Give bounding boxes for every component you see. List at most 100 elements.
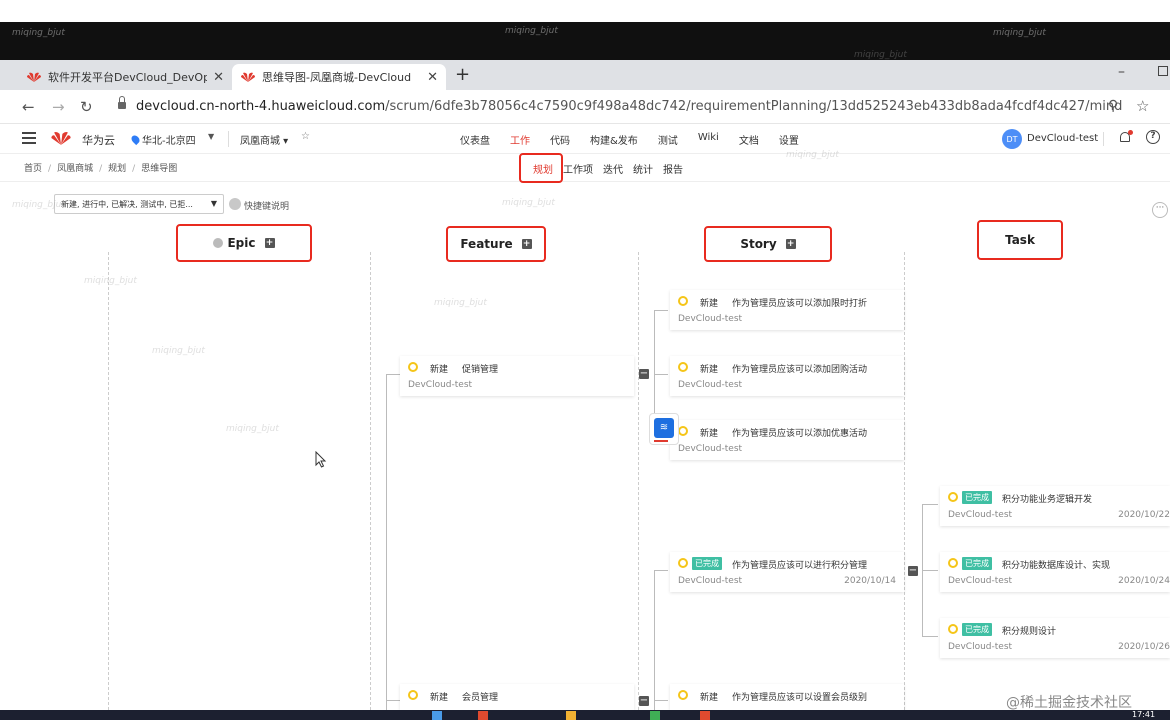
nav-code[interactable]: 代码: [550, 132, 570, 147]
tree-connector: [654, 374, 668, 375]
status-label: 新建: [700, 299, 719, 309]
nav-settings[interactable]: 设置: [779, 132, 799, 147]
card-date: 2020/10/14: [844, 576, 896, 586]
tab-iterations[interactable]: 迭代: [603, 161, 623, 176]
nav-dashboard[interactable]: 仪表盘: [460, 132, 490, 147]
card-title: 作为管理员应该可以添加优惠活动: [732, 429, 868, 439]
avatar[interactable]: DT: [1002, 129, 1022, 149]
story-card[interactable]: 新建 作为管理员应该可以设置会员级别: [670, 684, 904, 710]
lock-icon: [118, 96, 126, 109]
tree-connector: [922, 504, 938, 505]
story-card[interactable]: 已完成 作为管理员应该可以进行积分管理 DevCloud-test 2020/1…: [670, 552, 904, 592]
tree-connector: [922, 570, 938, 571]
card-owner: DevCloud-test: [678, 380, 743, 390]
user-name[interactable]: DevCloud-test: [1027, 133, 1098, 144]
add-icon[interactable]: +: [264, 238, 275, 248]
add-icon[interactable]: +: [521, 239, 532, 249]
shortcut-help-link[interactable]: 快捷键说明: [244, 199, 289, 212]
collapse-icon[interactable]: −: [639, 696, 649, 706]
add-icon[interactable]: +: [785, 239, 796, 249]
huawei-logo-icon[interactable]: [50, 128, 72, 148]
card-date: 2020/10/22: [1118, 510, 1170, 520]
nav-work[interactable]: 工作: [510, 132, 530, 147]
nav-test[interactable]: 测试: [658, 132, 678, 147]
status-badge: 已完成: [962, 557, 992, 570]
story-card[interactable]: 新建 作为管理员应该可以添加团购活动 DevCloud-test: [670, 356, 904, 396]
tab-work-items[interactable]: 工作项: [563, 161, 593, 176]
maximize-icon[interactable]: [1158, 66, 1168, 76]
taskbar-app-icon[interactable]: [566, 711, 576, 720]
card-title: 作为管理员应该可以进行积分管理: [732, 561, 868, 571]
card-date: 2020/10/24: [1118, 576, 1170, 586]
column-header-story: Story +: [704, 226, 832, 262]
nav-docs[interactable]: 文档: [739, 132, 759, 147]
url-field[interactable]: devcloud.cn-north-4.huaweicloud.com/scru…: [136, 99, 1122, 114]
card-title: 作为管理员应该可以设置会员级别: [732, 693, 868, 703]
task-card[interactable]: 已完成 积分功能数据库设计、实现 DevCloud-test 2020/10/2…: [940, 552, 1170, 592]
taskbar-app-icon[interactable]: [478, 711, 488, 720]
menu-icon[interactable]: [22, 132, 36, 144]
watermark: miqing_bjut: [502, 198, 555, 208]
nav-build-release[interactable]: 构建&发布: [590, 132, 638, 147]
status-label: 新建: [430, 693, 449, 703]
floating-app-icon[interactable]: ≋: [649, 413, 679, 445]
minimize-icon[interactable]: –: [1118, 64, 1125, 80]
tree-connector: [922, 636, 938, 637]
watermark: miqing_bjut: [993, 28, 1046, 38]
task-card[interactable]: 已完成 积分规则设计 DevCloud-test 2020/10/26: [940, 618, 1170, 658]
new-tab-icon[interactable]: +: [455, 64, 470, 85]
help-icon[interactable]: ?: [1146, 130, 1160, 144]
card-owner: DevCloud-test: [948, 576, 1013, 586]
watermark: miqing_bjut: [505, 26, 558, 36]
favorite-star-icon[interactable]: ☆: [301, 131, 310, 142]
collapse-icon[interactable]: −: [639, 369, 649, 379]
card-title: 积分规则设计: [1002, 627, 1057, 637]
column-divider: [108, 252, 109, 720]
breadcrumb-plan[interactable]: 规划: [108, 164, 126, 174]
tab-reports[interactable]: 报告: [663, 161, 683, 176]
taskbar-app-icon[interactable]: [650, 711, 660, 720]
status-circle-icon: [948, 558, 958, 568]
browser-tab[interactable]: 软件开发平台DevCloud_DevOp ✕: [18, 64, 232, 90]
main-nav: 仪表盘 工作 代码 构建&发布 测试 Wiki 文档 设置: [460, 132, 819, 147]
highlight-box: [519, 153, 563, 183]
story-card[interactable]: 新建 作为管理员应该可以添加优惠活动 DevCloud-test: [670, 420, 904, 460]
url-host: devcloud.cn-north-4.huaweicloud.com: [136, 99, 386, 114]
chevron-down-icon[interactable]: ▼: [208, 132, 214, 141]
brand-name: 华为云: [82, 134, 115, 147]
bookmark-star-icon[interactable]: ☆: [1136, 97, 1149, 115]
black-band: miqing_bjut miqing_bjut miqing_bjut: [0, 22, 1170, 60]
task-card[interactable]: 已完成 积分功能业务逻辑开发 DevCloud-test 2020/10/22: [940, 486, 1170, 526]
status-filter-select[interactable]: 新建, 进行中, 已解决, 测试中, 已拒... ▼: [54, 194, 224, 214]
back-arrow-icon[interactable]: ←: [22, 98, 35, 116]
project-selector[interactable]: 凤凰商城 ▾: [240, 132, 288, 147]
breadcrumb-home[interactable]: 首页: [24, 164, 42, 174]
nav-wiki[interactable]: Wiki: [698, 132, 719, 147]
taskbar-app-icon[interactable]: [700, 711, 710, 720]
column-title: Story: [740, 237, 777, 251]
tab-statistics[interactable]: 统计: [633, 161, 653, 176]
tree-connector: [386, 374, 400, 375]
zoom-icon[interactable]: ⚲: [1108, 98, 1118, 114]
column-header-task: Task: [977, 220, 1063, 260]
collapse-icon[interactable]: −: [908, 566, 918, 576]
notification-bell-icon[interactable]: [1118, 130, 1133, 146]
status-circle-icon: [678, 362, 688, 372]
reload-icon[interactable]: ↻: [80, 98, 93, 116]
column-title: Feature: [460, 237, 513, 251]
close-icon[interactable]: ✕: [213, 70, 224, 85]
story-card[interactable]: 新建 作为管理员应该可以添加限时打折 DevCloud-test: [670, 290, 904, 330]
feature-card[interactable]: 新建 促销管理 DevCloud-test: [400, 356, 634, 396]
status-label: 新建: [700, 429, 719, 439]
close-icon[interactable]: ✕: [427, 70, 438, 85]
tree-connector: [654, 570, 668, 571]
status-label: 新建: [700, 693, 719, 703]
browser-tab-active[interactable]: 思维导图-凤凰商城-DevCloud ✕: [232, 64, 446, 90]
taskbar-app-icon[interactable]: [432, 711, 442, 720]
status-circle-icon: [948, 624, 958, 634]
feature-card[interactable]: 新建 会员管理: [400, 684, 634, 710]
breadcrumb-project[interactable]: 凤凰商城: [57, 164, 93, 174]
forward-arrow-icon[interactable]: →: [52, 98, 65, 116]
region-selector[interactable]: 华北-北京四: [129, 132, 196, 147]
more-options-icon[interactable]: ···: [1152, 202, 1168, 218]
